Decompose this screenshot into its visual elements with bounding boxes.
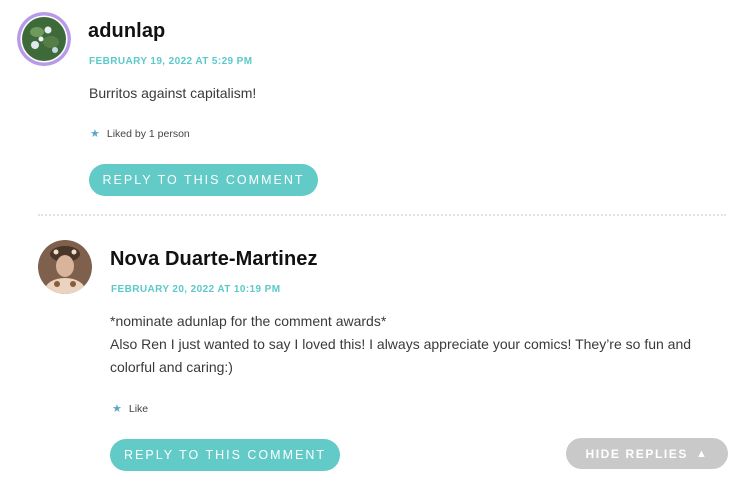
avatar[interactable] [38,240,92,294]
comment-line: Burritos against capitalism! [89,85,257,101]
comment-line: *nominate adunlap for the comment awards… [110,313,387,329]
flowers-photo-icon [17,12,71,66]
comment-author[interactable]: adunlap [88,20,165,43]
likes-info: ★ Liked by 1 person [90,127,190,141]
comment-author[interactable]: Nova Duarte-Martinez [110,248,318,271]
like-label: Like [128,402,149,415]
comment-date[interactable]: FEBRUARY 20, 2022 AT 10:19 PM [111,284,280,295]
like-button[interactable]: ★ Like [112,402,149,416]
comment-text: Burritos against capitalism! [89,82,256,105]
likes-label: Liked by 1 person [106,127,190,140]
comment-line: Also Ren I just wanted to say I loved th… [110,336,692,352]
triangle-up-icon: ▲ [696,447,709,460]
star-icon: ★ [90,128,100,140]
comment-divider [38,214,726,216]
hide-replies-button[interactable]: HIDE REPLIES ▲ [566,438,728,469]
star-icon: ★ [112,403,122,415]
reply-button[interactable]: REPLY TO THIS COMMENT [89,164,318,196]
reply-button[interactable]: REPLY TO THIS COMMENT [110,439,340,471]
comment-line: colorful and caring:) [110,359,233,375]
person-photo-icon [38,240,92,294]
avatar[interactable] [17,12,71,66]
hide-replies-label: HIDE REPLIES [585,446,689,461]
comment-date[interactable]: FEBRUARY 19, 2022 AT 5:29 PM [89,56,252,67]
comment-text: *nominate adunlap for the comment awards… [110,310,720,379]
